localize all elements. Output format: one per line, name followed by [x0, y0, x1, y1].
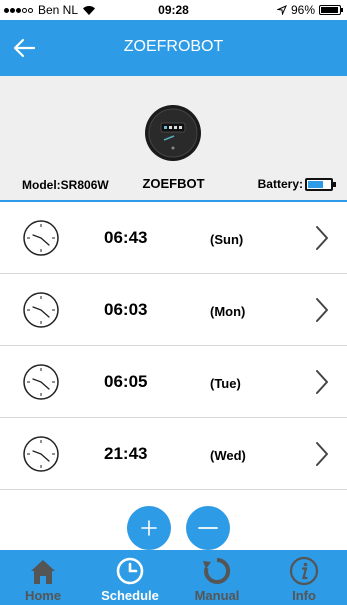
tab-home[interactable]: Home	[0, 550, 86, 605]
minus-icon	[198, 527, 218, 529]
nav-bar: ZOEFROBOT	[0, 20, 347, 76]
page-title: ZOEFROBOT	[123, 38, 224, 55]
device-battery-fill	[308, 180, 324, 188]
schedule-day: (Mon)	[210, 304, 246, 319]
robot-vacuum-image	[145, 105, 201, 161]
phone-battery-fill	[321, 7, 339, 13]
tab-bar: Home Schedule Manual Info	[0, 550, 347, 605]
add-schedule-button[interactable]	[127, 506, 171, 550]
clock-icon	[23, 292, 59, 328]
clock-icon	[116, 557, 144, 585]
chevron-right-icon[interactable]	[314, 368, 330, 396]
location-arrow-icon	[276, 5, 287, 15]
battery-label: Battery:	[257, 177, 303, 191]
schedule-day: (Wed)	[210, 448, 246, 463]
tab-schedule[interactable]: Schedule	[87, 550, 173, 605]
refresh-icon	[203, 557, 231, 584]
schedule-time: 06:43	[104, 228, 148, 247]
schedule-day: (Sun)	[210, 232, 244, 247]
tab-manual-label: Manual	[194, 588, 240, 603]
schedule-row[interactable]: 06:43 (Sun)	[0, 202, 347, 274]
tab-home-label: Home	[24, 588, 62, 603]
schedule-time: 06:03	[104, 300, 148, 319]
device-battery: Battery:	[257, 177, 336, 191]
remove-schedule-button[interactable]	[186, 506, 230, 550]
clock-icon	[23, 220, 59, 256]
schedule-row[interactable]: 21:43 (Wed)	[0, 418, 347, 490]
tab-schedule-label: Schedule	[101, 588, 159, 603]
home-icon	[31, 560, 55, 584]
tab-info-label: Info	[292, 588, 316, 603]
clock-icon	[23, 364, 59, 400]
schedule-row[interactable]: 06:05 (Tue)	[0, 346, 347, 418]
device-battery-icon	[305, 177, 336, 191]
schedule-row[interactable]: 06:03 (Mon)	[0, 274, 347, 346]
tab-manual[interactable]: Manual	[174, 550, 260, 605]
status-bar: Ben NL 09:28 96%	[0, 0, 347, 20]
chevron-right-icon[interactable]	[314, 224, 330, 252]
info-icon	[289, 556, 319, 586]
schedule-time: 21:43	[104, 444, 148, 463]
tab-info[interactable]: Info	[261, 550, 347, 605]
schedule-list: 06:43 (Sun) 06:03 (Mon) 06:05 (Tue) 21:4…	[0, 202, 347, 490]
chevron-right-icon[interactable]	[314, 296, 330, 324]
phone-battery-icon	[319, 5, 343, 15]
chevron-right-icon[interactable]	[314, 440, 330, 468]
device-panel: Model:SR806W ZOEFBOT Battery:	[0, 76, 347, 200]
battery-percent: 96%	[290, 3, 315, 17]
plus-icon	[141, 520, 157, 536]
schedule-time: 06:05	[104, 372, 148, 391]
schedule-day: (Tue)	[210, 376, 241, 391]
clock-icon	[23, 436, 59, 472]
